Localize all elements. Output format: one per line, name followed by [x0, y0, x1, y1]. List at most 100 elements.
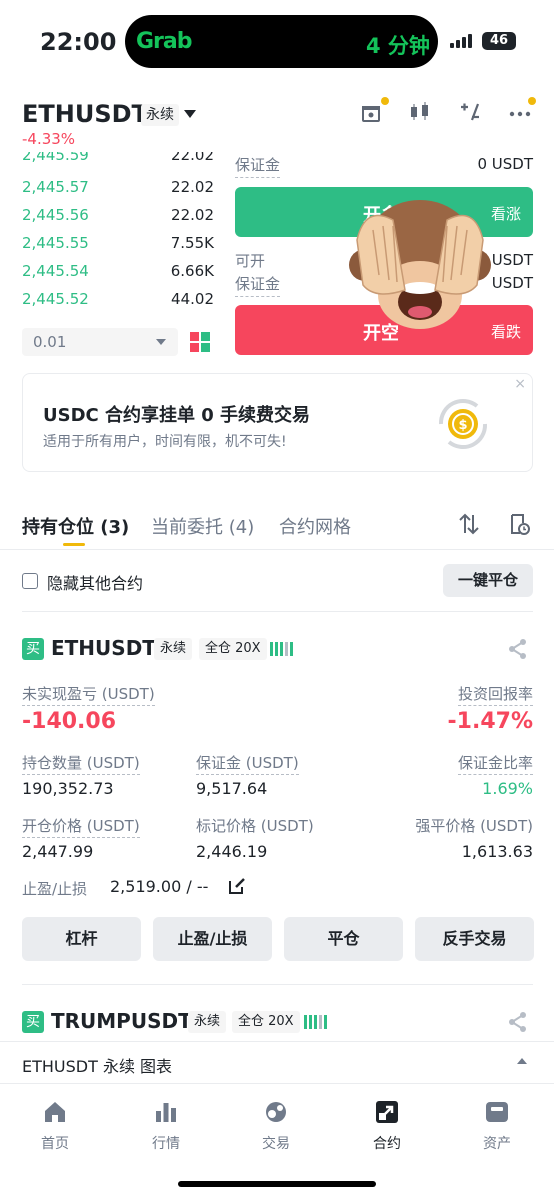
nav-label: 资产	[483, 1136, 511, 1152]
mark-price-label: 标记价格 (USDT)	[196, 817, 314, 835]
margin-value: 0 USDT	[477, 155, 533, 173]
entry-price-label[interactable]: 开仓价格 (USDT)	[22, 815, 140, 838]
nav-futures[interactable]: 合约	[347, 1094, 427, 1153]
chart-toggle-bar[interactable]: ETHUSDT 永续 图表	[0, 1041, 554, 1083]
orderbook-row[interactable]: 2,445.55 7.55K	[22, 234, 214, 254]
chart-bar-label: ETHUSDT 永续 图表	[22, 1057, 173, 1076]
see-no-evil-monkey-icon	[349, 200, 491, 329]
margin-mode-tag[interactable]: 全仓 20X	[199, 638, 267, 660]
chevron-up-icon[interactable]	[517, 1058, 527, 1064]
nav-label: 首页	[41, 1136, 69, 1152]
close-icon[interactable]: ×	[514, 376, 526, 392]
orderbook-price: 2,445.59	[22, 152, 89, 164]
gift-icon[interactable]	[357, 100, 385, 128]
orderbook-qty: 7.55K	[170, 234, 214, 252]
orderbook-qty: 22.02	[171, 206, 214, 224]
precision-select[interactable]: 0.01	[22, 328, 178, 356]
divider	[22, 984, 533, 985]
nav-markets[interactable]: 行情	[126, 1094, 206, 1153]
orderbook-layout-icon[interactable]	[190, 332, 210, 352]
banner-subtitle: 适用于所有用户，时间有限，机不可失!	[43, 434, 287, 450]
notification-dot	[381, 97, 389, 105]
margin-label[interactable]: 保证金 (USDT)	[196, 752, 299, 775]
unrealized-pnl-label[interactable]: 未实现盈亏 (USDT)	[22, 683, 155, 706]
share-icon[interactable]	[507, 1011, 529, 1033]
margin-ratio-label[interactable]: 保证金比率	[457, 752, 533, 775]
banner-title: USDC 合约享挂单 0 手续费交易	[43, 405, 311, 426]
orderbook-row[interactable]: 2,445.59 22.02	[22, 152, 214, 166]
orderbook-price: 2,445.54	[22, 262, 89, 280]
mark-price-value: 2,446.19	[196, 842, 268, 861]
active-tab-indicator	[63, 543, 85, 546]
bullish-label: 看涨	[490, 205, 521, 223]
history-icon[interactable]	[507, 512, 531, 536]
orderbook-price: 2,445.57	[22, 178, 89, 196]
liq-price-value: 1,613.63	[461, 842, 533, 861]
chevron-down-icon[interactable]	[184, 110, 196, 118]
sort-icon[interactable]	[457, 512, 481, 536]
candlestick-icon[interactable]	[406, 100, 434, 128]
orderbook-price: 2,445.52	[22, 290, 89, 308]
margin-mode-tag[interactable]: 全仓 20X	[232, 1011, 300, 1033]
buy-badge: 买	[22, 1011, 44, 1033]
tpsl-label: 止盈/止损	[22, 880, 88, 898]
orderbook-row[interactable]: 2,445.57 22.02	[22, 178, 214, 198]
coin-exchange-icon: $	[438, 398, 488, 450]
tpsl-button[interactable]: 止盈/止损	[153, 917, 272, 961]
margin-label[interactable]: 保证金	[235, 154, 281, 178]
status-time: 22:00	[40, 28, 117, 56]
grab-eta: 4 分钟	[366, 34, 430, 58]
price-change: -4.33%	[22, 130, 76, 148]
contract-type-tag: 永续	[141, 104, 179, 126]
orderbook-qty: 6.66K	[170, 262, 214, 280]
nav-label: 交易	[262, 1136, 290, 1152]
adl-indicator-icon	[270, 642, 293, 656]
position-symbol[interactable]: ETHUSDT	[51, 636, 156, 660]
liq-price-label: 强平价格 (USDT)	[415, 817, 533, 835]
chevron-down-icon	[156, 339, 166, 345]
reverse-trade-button[interactable]: 反手交易	[415, 917, 534, 961]
orderbook-qty: 22.02	[171, 178, 214, 196]
size-label[interactable]: 持仓数量 (USDT)	[22, 752, 140, 775]
available-label: 可开	[235, 252, 266, 270]
home-indicator[interactable]	[178, 1181, 376, 1187]
orderbook-qty: 44.02	[171, 290, 214, 308]
margin-label-2[interactable]: 保证金	[235, 273, 281, 297]
orderbook-price: 2,445.55	[22, 234, 89, 252]
calculator-icon[interactable]	[456, 100, 484, 128]
tab-open-orders[interactable]: 当前委托 (4)	[151, 513, 254, 539]
grab-logo: Grab	[136, 29, 193, 54]
orderbook-price: 2,445.56	[22, 206, 89, 224]
nav-trade[interactable]: 交易	[236, 1094, 316, 1153]
battery-icon: 46	[482, 32, 516, 50]
orderbook-row[interactable]: 2,445.56 22.02	[22, 206, 214, 226]
orderbook-row[interactable]: 2,445.54 6.66K	[22, 262, 214, 282]
edit-icon[interactable]	[228, 877, 246, 895]
position-symbol[interactable]: TRUMPUSDT	[51, 1009, 192, 1033]
notification-dot	[528, 97, 536, 105]
svg-text:$: $	[458, 418, 467, 433]
nav-label: 行情	[152, 1136, 180, 1152]
orderbook-row[interactable]: 2,445.52 44.02	[22, 290, 214, 310]
divider	[22, 611, 533, 612]
hide-other-checkbox[interactable]	[22, 573, 38, 589]
roe-label[interactable]: 投资回报率	[457, 683, 533, 706]
bearish-label: 看跌	[490, 323, 521, 341]
nav-home[interactable]: 首页	[15, 1094, 95, 1153]
close-all-button[interactable]: 一键平仓	[443, 564, 533, 597]
wallet-icon	[486, 1102, 508, 1122]
orderbook-qty: 22.02	[171, 152, 214, 164]
tab-divider	[0, 549, 554, 550]
margin-ratio-value: 1.69%	[482, 779, 533, 798]
leverage-button[interactable]: 杠杆	[22, 917, 141, 961]
nav-label: 合约	[373, 1136, 401, 1152]
symbol-title[interactable]: ETHUSDT	[22, 100, 148, 128]
hide-other-label[interactable]: 隐藏其他合约	[47, 570, 143, 594]
promo-banner[interactable]: USDC 合约享挂单 0 手续费交易 适用于所有用户，时间有限，机不可失! × …	[22, 373, 533, 472]
precision-value: 0.01	[33, 333, 67, 351]
share-icon[interactable]	[507, 638, 529, 660]
nav-assets[interactable]: 资产	[457, 1094, 537, 1153]
close-position-button[interactable]: 平仓	[284, 917, 403, 961]
tab-positions[interactable]: 持有仓位 (3)	[22, 513, 129, 539]
tab-futures-grid[interactable]: 合约网格	[279, 513, 351, 539]
